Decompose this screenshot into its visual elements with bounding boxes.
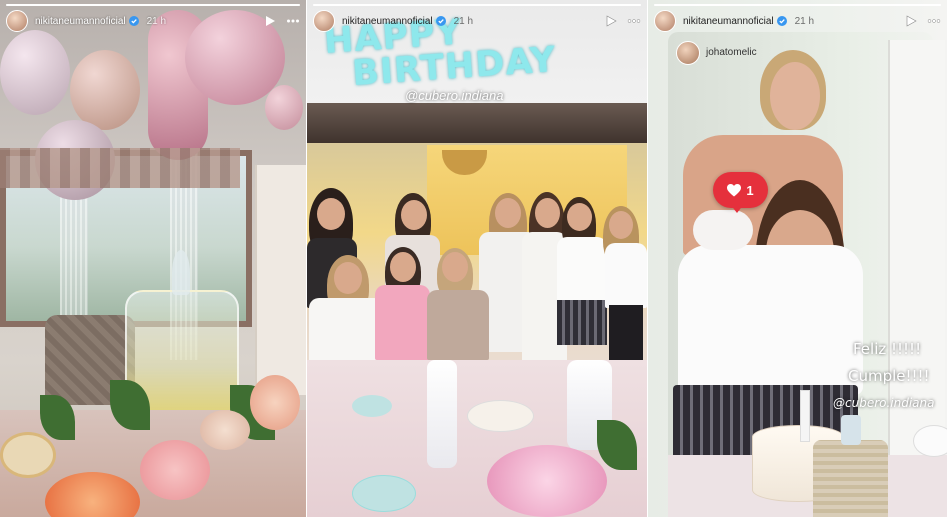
garland — [0, 148, 240, 188]
plate — [913, 425, 947, 457]
like-notification-bubble[interactable]: 1 — [713, 172, 768, 208]
verified-badge-icon — [435, 16, 446, 26]
story-panel-3[interactable]: johatomelic Feliz !!!!! Cumple!!!! @cube… — [648, 0, 947, 517]
story-progress-fill — [313, 4, 641, 6]
like-count: 1 — [746, 182, 754, 198]
avatar[interactable] — [654, 10, 676, 32]
play-icon[interactable] — [263, 14, 277, 28]
candle — [800, 390, 810, 442]
more-options-icon[interactable] — [286, 14, 300, 28]
woven-bottle-holder — [813, 440, 888, 517]
caption-line: Cumple!!!! — [848, 367, 930, 385]
water-bottle — [841, 415, 861, 445]
avatar[interactable] — [6, 10, 28, 32]
story-progress-bar — [313, 4, 641, 6]
plate — [352, 475, 416, 512]
flower-lily — [250, 375, 300, 430]
play-icon[interactable] — [604, 14, 618, 28]
flower-lily — [200, 410, 250, 450]
like-bubble-tail — [730, 204, 744, 213]
plate — [0, 432, 56, 478]
story-timestamp: 21 h — [453, 15, 474, 27]
story-panel-2[interactable]: HAPPY BIRTHDAY @cubero.indiana nikitaneum… — [307, 0, 647, 517]
username[interactable]: nikitaneumannoficial — [35, 16, 126, 27]
story-timestamp: 21 h — [794, 15, 815, 27]
ceiling-beam — [307, 103, 647, 143]
story-progress-bar — [654, 4, 941, 6]
username[interactable]: nikitaneumannoficial — [342, 16, 433, 27]
door — [255, 165, 306, 395]
caption-line: Feliz !!!!! — [853, 340, 922, 358]
water-bottle — [427, 360, 457, 468]
story-progress-fill — [6, 4, 300, 6]
balloon — [265, 85, 303, 130]
mention-tag[interactable]: @cubero.indiana — [833, 396, 935, 410]
avatar[interactable] — [313, 10, 335, 32]
verified-badge-icon — [128, 16, 139, 26]
heart-balloon — [70, 50, 140, 130]
story-header: nikitaneumannoficial 21 h — [6, 9, 300, 33]
flower-carnation — [140, 440, 210, 500]
mention-tag[interactable]: @cubero.indiana — [405, 88, 503, 103]
plate — [352, 395, 392, 417]
username[interactable]: nikitaneumannoficial — [683, 16, 774, 27]
cake-stand — [467, 400, 534, 432]
story-progress-fill — [654, 4, 941, 6]
reshared-username[interactable]: johatomelic — [706, 47, 757, 58]
story-progress-bar — [6, 4, 300, 6]
more-options-icon[interactable] — [927, 14, 941, 28]
story-panel-1[interactable]: nikitaneumannoficial 21 h — [0, 0, 306, 517]
heart-balloon — [0, 30, 70, 115]
story-header: nikitaneumannoficial 21 h — [654, 9, 941, 33]
story-controls — [604, 14, 641, 28]
story-controls — [904, 14, 941, 28]
flower-bouquet — [487, 445, 607, 517]
story-header: nikitaneumannoficial 21 h — [313, 9, 641, 33]
reshared-avatar[interactable] — [676, 41, 700, 65]
play-icon[interactable] — [904, 14, 918, 28]
baby — [693, 210, 753, 250]
story-controls — [263, 14, 300, 28]
heart-icon — [727, 183, 742, 196]
more-options-icon[interactable] — [627, 14, 641, 28]
verified-badge-icon — [776, 16, 787, 26]
jar-lid — [172, 250, 190, 295]
story-timestamp: 21 h — [146, 15, 167, 27]
